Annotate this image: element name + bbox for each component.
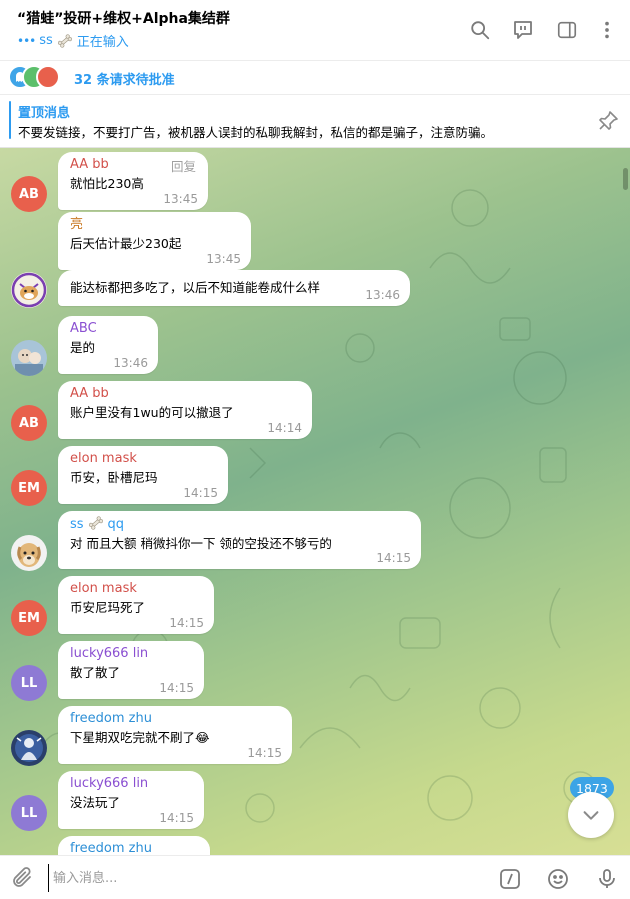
sender-avatar[interactable]: AB bbox=[11, 405, 47, 441]
message-sender[interactable]: elon mask bbox=[70, 580, 202, 598]
message-text: 没法玩了 bbox=[70, 795, 121, 810]
message-sender[interactable]: elon mask bbox=[70, 450, 216, 468]
message-bubble[interactable]: elon mask 币安尼玛死了 14:15 bbox=[58, 576, 214, 634]
message-bubble[interactable]: lucky666 lin 没法玩了 14:15 bbox=[58, 771, 204, 829]
topics-icon[interactable] bbox=[509, 16, 537, 44]
emoji-icon[interactable] bbox=[545, 866, 571, 892]
message-text: 币安，卧槽尼玛 bbox=[70, 470, 158, 485]
message-text: 账户里没有1wu的可以撤退了 bbox=[70, 405, 234, 420]
pinned-message[interactable]: 置顶消息 不要发链接，不要打广告，被机器人误封的私聊我解封，私信的都是骗子，注意… bbox=[0, 95, 630, 148]
chat-title[interactable]: “猎蛙”投研+维权+Alpha集结群 bbox=[17, 8, 230, 28]
message-time: 14:15 bbox=[183, 486, 218, 500]
pinned-title: 置顶消息 bbox=[18, 106, 71, 121]
scroll-to-bottom-button[interactable] bbox=[568, 792, 614, 838]
sender-avatar[interactable] bbox=[11, 730, 47, 766]
message-list[interactable]: AA bb 就怕比230高 13:45 回复 AB 亮后天估计最少230起 13:45 能达标… bbox=[0, 148, 630, 855]
message-time: 14:15 bbox=[247, 746, 282, 760]
bone-emoji-icon bbox=[57, 33, 72, 48]
message-time: 14:15 bbox=[376, 551, 411, 565]
typing-user: ss bbox=[39, 33, 53, 48]
message-sender[interactable]: freedom zhu bbox=[70, 710, 280, 728]
message-bubble[interactable]: AA bb 就怕比230高 13:45 回复 bbox=[58, 152, 208, 210]
message-time: 13:45 bbox=[206, 252, 241, 266]
message-sender[interactable]: 亮 bbox=[70, 216, 239, 234]
message-bubble[interactable]: ss qq 对 而且大额 稍微抖你一下 领的空投还不够亏的 14:15 bbox=[58, 511, 421, 569]
requester-avatar bbox=[36, 65, 60, 89]
attach-icon[interactable] bbox=[10, 866, 34, 890]
message-sender[interactable]: ABC bbox=[70, 320, 146, 338]
message-sender[interactable]: lucky666 lin bbox=[70, 775, 192, 793]
message-time: 14:15 bbox=[169, 616, 204, 630]
pinned-text: 不要发链接，不要打广告，被机器人误封的私聊我解封，私信的都是骗子，注意防骗。 bbox=[18, 125, 494, 140]
message-time: 14:14 bbox=[267, 421, 302, 435]
sender-avatar[interactable] bbox=[11, 340, 47, 376]
message-sender[interactable]: lucky666 lin bbox=[70, 645, 192, 663]
reply-button[interactable]: 回复 bbox=[171, 156, 196, 175]
message-text: 是的 bbox=[70, 340, 96, 355]
join-requests-bar[interactable]: 32 条请求待批准 bbox=[0, 60, 630, 95]
requester-avatars bbox=[8, 65, 64, 91]
message-text: 下星期双吃完就不刷了😂 bbox=[70, 730, 210, 745]
composer bbox=[0, 855, 630, 899]
message-sender[interactable]: freedom zhu bbox=[70, 840, 198, 855]
join-requests-text[interactable]: 32 条请求待批准 bbox=[74, 69, 175, 88]
microphone-icon[interactable] bbox=[594, 866, 620, 892]
message-input[interactable] bbox=[48, 864, 478, 892]
message-bubble[interactable]: AA bb 账户里没有1wu的可以撤退了 14:14 bbox=[58, 381, 312, 439]
message-bubble[interactable]: ABC 是的 13:46 bbox=[58, 316, 158, 374]
typing-dots-icon: ••• bbox=[17, 33, 36, 48]
pin-list-icon[interactable] bbox=[596, 109, 620, 133]
message-time: 14:15 bbox=[159, 811, 194, 825]
message-bubble[interactable]: freedom zhu 下星期双吃完就不刷了😂 14:15 bbox=[58, 706, 292, 764]
typing-text: 正在输入 bbox=[76, 35, 129, 50]
sender-avatar[interactable]: EM bbox=[11, 470, 47, 506]
commands-icon[interactable] bbox=[497, 866, 523, 892]
search-icon[interactable] bbox=[466, 16, 494, 44]
message-time: 13:46 bbox=[365, 288, 400, 302]
sender-avatar[interactable]: LL bbox=[11, 665, 47, 701]
message-bubble[interactable]: 能达标都把多吃了，以后不知道能卷成什么样 13:46 bbox=[58, 270, 410, 306]
sender-avatar[interactable] bbox=[11, 272, 47, 308]
message-sender[interactable]: AA bb bbox=[70, 385, 300, 403]
message-text: 能达标都把多吃了，以后不知道能卷成什么样 bbox=[70, 280, 321, 295]
message-bubble[interactable]: freedom zhu bbox=[58, 836, 210, 855]
more-vertical-icon[interactable] bbox=[593, 16, 621, 44]
sender-avatar[interactable] bbox=[11, 535, 47, 571]
chevron-down-icon bbox=[583, 811, 599, 820]
chat-header: “猎蛙”投研+维权+Alpha集结群 ••• ss 正在输入 bbox=[0, 0, 630, 60]
message-text: 就怕比230高 bbox=[70, 176, 144, 191]
message-bubble[interactable]: 亮后天估计最少230起 13:45 bbox=[58, 212, 251, 270]
message-text: 对 而且大额 稍微抖你一下 领的空投还不够亏的 bbox=[70, 536, 332, 551]
message-bubble[interactable]: elon mask 币安，卧槽尼玛 14:15 bbox=[58, 446, 228, 504]
sender-suffix: qq bbox=[107, 517, 125, 532]
sender-avatar[interactable]: LL bbox=[11, 795, 47, 831]
message-time: 13:46 bbox=[113, 356, 148, 370]
message-time: 13:45 bbox=[163, 192, 198, 206]
message-sender[interactable]: ss qq bbox=[70, 515, 409, 534]
message-bubble[interactable]: lucky666 lin 散了散了 14:15 bbox=[58, 641, 204, 699]
message-text: 散了散了 bbox=[70, 665, 121, 680]
typing-status: ••• ss 正在输入 bbox=[17, 31, 129, 50]
message-text: 后天估计最少230起 bbox=[70, 236, 182, 251]
scrollbar-thumb[interactable] bbox=[623, 168, 628, 190]
pinned-indicator bbox=[9, 101, 11, 139]
message-time: 14:15 bbox=[159, 681, 194, 695]
sender-avatar[interactable]: EM bbox=[11, 600, 47, 636]
bone-emoji-icon bbox=[88, 516, 103, 530]
sidebar-toggle-icon[interactable] bbox=[553, 16, 581, 44]
sender-avatar[interactable]: AB bbox=[11, 176, 47, 212]
message-text: 币安尼玛死了 bbox=[70, 600, 146, 615]
